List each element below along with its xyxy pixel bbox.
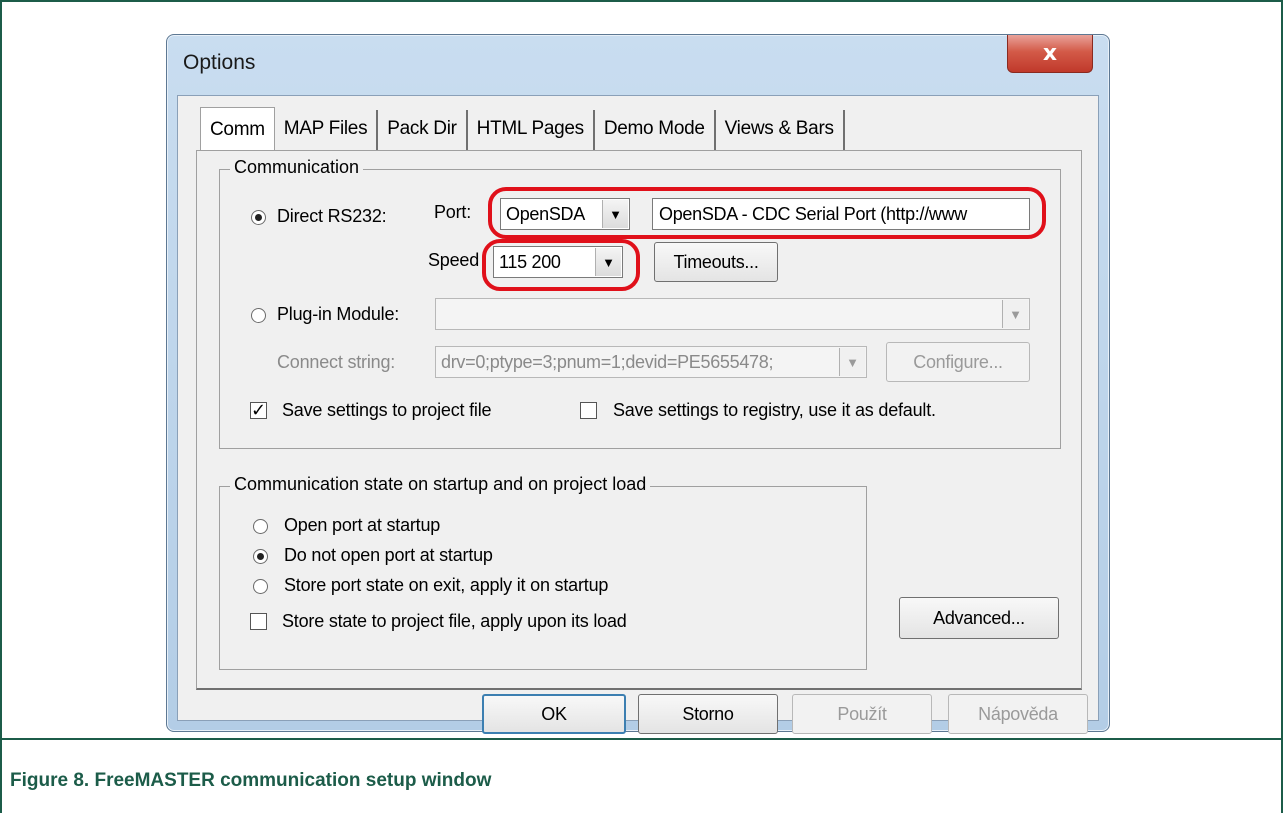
tab-demo-mode[interactable]: Demo Mode [595, 110, 716, 150]
tab-pack-dir[interactable]: Pack Dir [378, 110, 468, 150]
plugin-module-select[interactable]: ▼ [435, 298, 1030, 330]
advanced-button[interactable]: Advanced... [899, 597, 1059, 639]
chevron-down-icon: ▼ [1002, 300, 1028, 328]
port-select-value: OpenSDA [506, 204, 585, 224]
store-port-state-radio[interactable] [253, 579, 268, 594]
help-button[interactable]: Nápověda [948, 694, 1088, 734]
speed-select-value: 115 200 [499, 252, 561, 272]
tab-comm[interactable]: Comm [200, 107, 275, 151]
apply-button[interactable]: Použít [792, 694, 932, 734]
startup-group-label: Communication state on startup and on pr… [230, 474, 651, 495]
startup-group: Communication state on startup and on pr… [219, 474, 867, 670]
direct-rs232-radio[interactable] [251, 210, 266, 225]
close-icon: x [1042, 41, 1058, 66]
plugin-module-radio[interactable] [251, 308, 266, 323]
tab-views-bars[interactable]: Views & Bars [716, 110, 845, 150]
save-registry-label: Save settings to registry, use it as def… [613, 400, 936, 420]
tab-html-pages[interactable]: HTML Pages [468, 110, 595, 150]
connect-string-select[interactable]: drv=0;ptype=3;pnum=1;devid=PE5655478; ▼ [435, 346, 867, 378]
save-project-label: Save settings to project file [282, 400, 492, 420]
plugin-module-label: Plug-in Module: [277, 304, 400, 324]
connect-string-label: Connect string: [277, 352, 396, 372]
timeouts-button[interactable]: Timeouts... [654, 242, 778, 282]
tab-map-files[interactable]: MAP Files [275, 110, 379, 150]
connect-string-value: drv=0;ptype=3;pnum=1;devid=PE5655478; [441, 352, 774, 372]
port-description-value: OpenSDA - CDC Serial Port (http://www [659, 204, 967, 224]
speed-select[interactable]: 115 200 ▼ [493, 246, 623, 278]
store-port-state-label: Store port state on exit, apply it on st… [284, 575, 609, 595]
port-label: Port: [434, 202, 472, 222]
save-registry-checkbox[interactable] [580, 402, 597, 419]
title-bar: Options x [167, 35, 1109, 95]
open-port-label: Open port at startup [284, 515, 441, 535]
tab-strip: Comm MAP Files Pack Dir HTML Pages Demo … [200, 107, 845, 151]
close-button[interactable]: x [1007, 35, 1093, 73]
chevron-down-icon: ▼ [595, 248, 621, 276]
port-description-field[interactable]: OpenSDA - CDC Serial Port (http://www [652, 198, 1030, 230]
direct-rs232-label: Direct RS232: [277, 206, 387, 226]
ok-button[interactable]: OK [482, 694, 626, 734]
port-select[interactable]: OpenSDA ▼ [500, 198, 630, 230]
store-state-checkbox[interactable] [250, 613, 267, 630]
chevron-down-icon: ▼ [839, 348, 865, 376]
window-title: Options [183, 51, 256, 74]
chevron-down-icon: ▼ [602, 200, 628, 228]
communication-group: Communication Direct RS232: Port: OpenSD… [219, 157, 1061, 449]
dialog-client: Comm MAP Files Pack Dir HTML Pages Demo … [177, 95, 1099, 734]
speed-label: Speed [428, 250, 480, 270]
cancel-button[interactable]: Storno [638, 694, 778, 734]
options-dialog: Options x Comm MAP Files Pack Dir HTML P… [166, 34, 1110, 734]
configure-button[interactable]: Configure... [886, 342, 1030, 382]
figure-caption: Figure 8. FreeMASTER communication setup… [10, 770, 492, 791]
comm-tab-panel: Communication Direct RS232: Port: OpenSD… [196, 150, 1082, 690]
figure-caption-bar: Figure 8. FreeMASTER communication setup… [0, 738, 1283, 813]
save-project-checkbox[interactable]: ✓ [250, 402, 267, 420]
do-not-open-port-radio[interactable] [253, 549, 268, 564]
open-port-radio[interactable] [253, 519, 268, 534]
store-state-label: Store state to project file, apply upon … [282, 611, 627, 631]
communication-group-label: Communication [230, 157, 364, 178]
do-not-open-port-label: Do not open port at startup [284, 545, 493, 565]
